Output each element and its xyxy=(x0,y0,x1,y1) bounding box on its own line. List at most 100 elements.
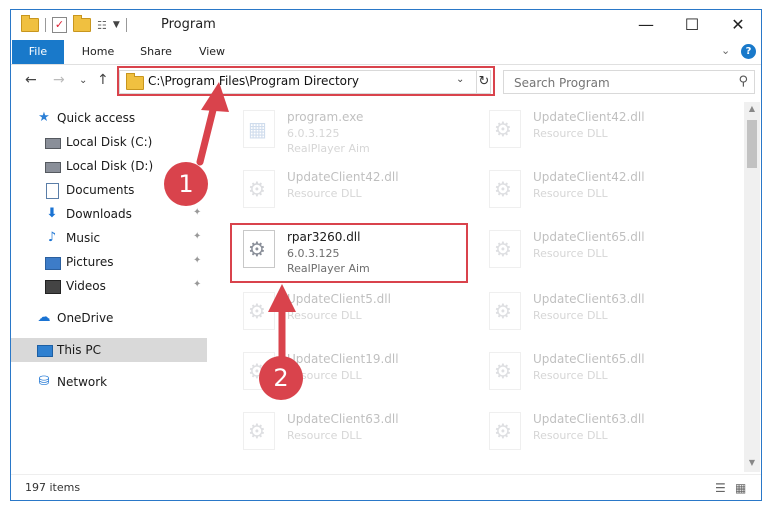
file-tile[interactable]: UpdateClient42.dll Resource DLL xyxy=(485,106,725,158)
file-name: UpdateClient65.dll xyxy=(533,230,645,244)
exe-file-icon xyxy=(243,110,275,148)
dll-file-icon xyxy=(489,292,521,330)
scroll-up-arrow-icon[interactable]: ▲ xyxy=(744,104,760,113)
dll-file-icon xyxy=(243,292,275,330)
status-bar: 197 items ☰ ▦ xyxy=(11,474,761,500)
sidebar-item-label: OneDrive xyxy=(57,311,114,325)
scroll-down-arrow-icon[interactable]: ▼ xyxy=(744,458,760,467)
navigation-pane: ★ Quick access Local Disk (C:) Local Dis… xyxy=(11,102,207,462)
sidebar-item-label: Music xyxy=(66,231,101,245)
file-name: UpdateClient5.dll xyxy=(287,292,391,306)
file-name: program.exe xyxy=(287,110,364,124)
file-tile[interactable]: UpdateClient5.dll Resource DLL xyxy=(239,288,479,340)
cloud-icon: ☁ xyxy=(37,310,51,325)
sidebar-item-label: Documents xyxy=(66,183,135,197)
sidebar-item-label: Quick access xyxy=(57,111,136,125)
sidebar-item-quick-access[interactable]: ★ Quick access xyxy=(11,106,207,130)
file-name: UpdateClient42.dll xyxy=(533,110,645,124)
quick-access-toolbar: ✓ ☷ ▼ xyxy=(21,15,127,34)
pin-icon[interactable]: ✦ xyxy=(193,207,201,218)
recent-locations-button[interactable]: ⌄ xyxy=(79,75,87,86)
file-type: Resource DLL xyxy=(533,369,608,382)
file-tile[interactable]: UpdateClient42.dll Resource DLL xyxy=(239,166,479,218)
search-box[interactable]: ⚲ xyxy=(503,70,755,94)
file-type: Resource DLL xyxy=(287,187,362,200)
close-button[interactable]: ✕ xyxy=(715,10,761,40)
sidebar-item-music[interactable]: ♪ Music ✦ xyxy=(11,226,207,250)
file-tile[interactable]: UpdateClient63.dll Resource DLL xyxy=(239,408,479,460)
sidebar-item-label: Local Disk (D:) xyxy=(66,159,154,173)
sidebar-item-pictures[interactable]: Pictures ✦ xyxy=(11,250,207,274)
ribbon-tabs: File Home Share View ⌄ ? xyxy=(11,40,761,65)
tab-file[interactable]: File xyxy=(12,40,64,64)
pin-icon[interactable]: ✦ xyxy=(193,279,201,290)
minimize-button[interactable]: — xyxy=(623,10,669,40)
file-tile[interactable]: UpdateClient65.dll Resource DLL xyxy=(485,226,725,278)
file-tile[interactable]: UpdateClient42.dll Resource DLL xyxy=(485,166,725,218)
file-type: Resource DLL xyxy=(533,127,608,140)
sidebar-item-label: Pictures xyxy=(66,255,114,269)
help-icon[interactable]: ? xyxy=(741,44,756,59)
network-icon: ⛁ xyxy=(38,374,50,389)
music-note-icon: ♪ xyxy=(47,230,57,245)
tiles-view-icon[interactable]: ▦ xyxy=(735,481,746,495)
sidebar-item-this-pc[interactable]: This PC xyxy=(11,338,207,362)
sidebar-item-onedrive[interactable]: ☁ OneDrive xyxy=(11,306,207,330)
sidebar-item-label: This PC xyxy=(57,343,101,357)
sidebar-item-videos[interactable]: Videos ✦ xyxy=(11,274,207,298)
pin-icon[interactable]: ✦ xyxy=(193,231,201,242)
dll-file-icon xyxy=(489,412,521,450)
dll-file-icon xyxy=(243,170,275,208)
file-highlight-box xyxy=(230,223,468,283)
new-folder-icon[interactable] xyxy=(73,15,91,32)
toolbar-divider xyxy=(125,18,127,32)
sidebar-item-network[interactable]: ⛁ Network xyxy=(11,370,207,394)
expand-ribbon-icon[interactable]: ⌄ xyxy=(721,44,730,57)
back-button[interactable]: ← xyxy=(25,72,37,88)
sidebar-item-local-disk-c[interactable]: Local Disk (C:) xyxy=(11,130,207,154)
file-tile[interactable]: UpdateClient63.dll Resource DLL xyxy=(485,288,725,340)
file-type: Resource DLL xyxy=(533,247,608,260)
file-type: Resource DLL xyxy=(533,309,608,322)
tab-share[interactable]: Share xyxy=(131,40,181,64)
up-button[interactable]: ↑ xyxy=(97,72,109,88)
forward-button[interactable]: → xyxy=(53,72,65,88)
sidebar-item-label: Videos xyxy=(66,279,106,293)
search-icon: ⚲ xyxy=(738,74,748,89)
documents-icon xyxy=(45,183,59,199)
step-2-badge: 2 xyxy=(259,356,303,400)
scrollbar-thumb[interactable] xyxy=(747,120,757,168)
tab-view[interactable]: View xyxy=(187,40,237,64)
vertical-scrollbar[interactable]: ▲ ▼ xyxy=(744,102,760,472)
tab-home[interactable]: Home xyxy=(73,40,123,64)
file-name: UpdateClient42.dll xyxy=(287,170,399,184)
sidebar-item-label: Network xyxy=(57,375,108,389)
customize-toolbar-icon[interactable]: ☷ xyxy=(97,19,107,32)
file-tile[interactable]: UpdateClient63.dll Resource DLL xyxy=(485,408,725,460)
file-tile[interactable]: UpdateClient65.dll Resource DLL xyxy=(485,348,725,400)
address-highlight-box xyxy=(117,66,495,96)
file-type: Resource DLL xyxy=(287,309,362,322)
file-name: UpdateClient63.dll xyxy=(533,412,645,426)
dll-file-icon xyxy=(489,170,521,208)
details-view-icon[interactable]: ☰ xyxy=(715,481,726,495)
file-type: Resource DLL xyxy=(533,187,608,200)
window-title: Program xyxy=(161,17,216,32)
star-icon: ★ xyxy=(38,110,50,125)
toolbar-divider xyxy=(45,18,46,32)
sidebar-item-downloads[interactable]: ⬇ Downloads ✦ xyxy=(11,202,207,226)
file-tile[interactable]: program.exe 6.0.3.125 RealPlayer Aim xyxy=(239,106,479,158)
file-name: UpdateClient63.dll xyxy=(533,292,645,306)
maximize-button[interactable]: ☐ xyxy=(669,10,715,40)
file-version: 6.0.3.125 xyxy=(287,127,340,140)
file-name: UpdateClient65.dll xyxy=(533,352,645,366)
file-type: Resource DLL xyxy=(287,429,362,442)
download-arrow-icon: ⬇ xyxy=(46,206,58,221)
file-name: UpdateClient42.dll xyxy=(533,170,645,184)
properties-icon[interactable]: ✓ xyxy=(52,17,67,33)
chevron-down-icon[interactable]: ▼ xyxy=(113,20,120,30)
search-input[interactable] xyxy=(512,73,716,93)
file-name: UpdateClient63.dll xyxy=(287,412,399,426)
folder-icon[interactable] xyxy=(21,15,39,32)
pin-icon[interactable]: ✦ xyxy=(193,255,201,266)
